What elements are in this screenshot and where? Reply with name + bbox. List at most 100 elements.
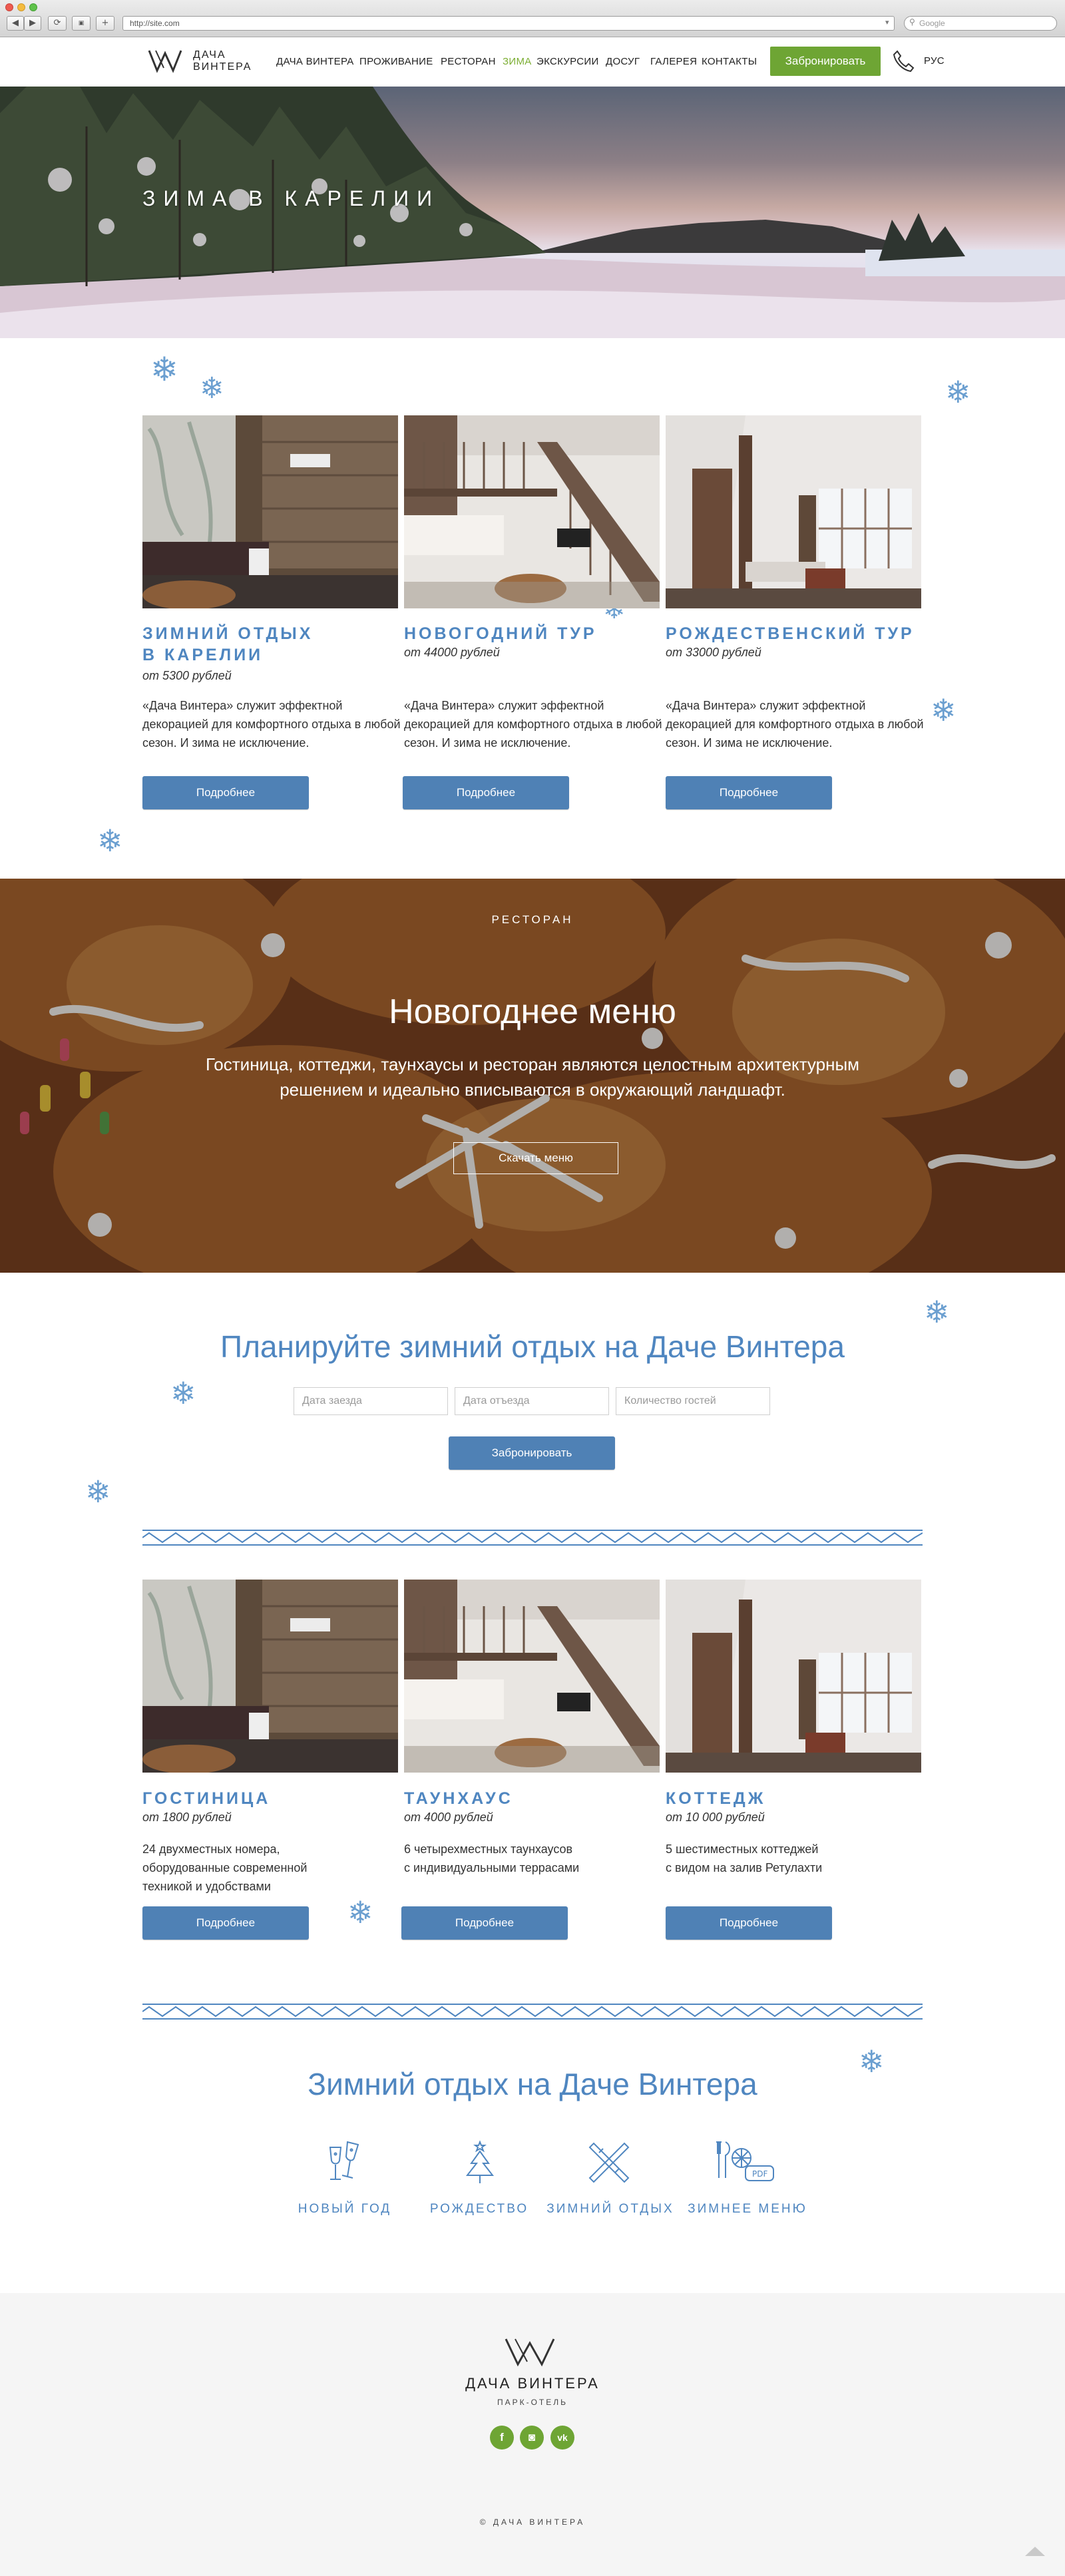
- winter-item-winter-rest[interactable]: ЗИМНИЙ ОТДЫХ: [531, 2202, 690, 2217]
- add-tab-button[interactable]: +: [96, 16, 114, 31]
- url-dropdown-icon[interactable]: ▾: [885, 18, 889, 27]
- restaurant-text-line: Гостиница, коттеджи, таунхаусы и рестора…: [205, 1054, 860, 1074]
- offer-description: «Дача Винтера» служит эффектной декораци…: [404, 699, 662, 750]
- hero-banner: ЗИМА В КАРЕЛИИ: [0, 87, 1065, 338]
- instagram-icon[interactable]: ◙: [520, 2426, 544, 2450]
- booking-title: Планируйте зимний отдых на Даче Винтера: [220, 1329, 845, 1364]
- restaurant-eyebrow: РЕСТОРАН: [491, 913, 574, 926]
- nav-item-living[interactable]: ПРОЖИВАНИЕ: [359, 56, 433, 67]
- url-bar[interactable]: http://site.com: [122, 16, 895, 31]
- facebook-icon[interactable]: f: [490, 2426, 514, 2450]
- logo-text[interactable]: ДАЧА ВИНТЕРА: [193, 49, 252, 73]
- nav-item-excursions[interactable]: ЭКСКУРСИИ: [536, 56, 599, 67]
- offer-title[interactable]: РОЖДЕСТВЕНСКИЙ ТУР: [666, 623, 915, 644]
- accommodation-details-button[interactable]: Подробнее: [666, 1906, 832, 1940]
- site-header: ДАЧА ВИНТЕРА ДАЧА ВИНТЕРА ПРОЖИВАНИЕ РЕС…: [0, 37, 1065, 87]
- accommodation-description: 5 шестиместных коттеджей с видом на зали…: [666, 1840, 927, 1877]
- pdf-menu-icon[interactable]: PDF: [715, 2138, 779, 2189]
- nav-item-dacha[interactable]: ДАЧА ВИНТЕРА: [276, 56, 354, 67]
- vkontakte-icon[interactable]: vk: [550, 2426, 574, 2450]
- accommodation-photo-hotel[interactable]: [142, 1580, 398, 1773]
- download-menu-button[interactable]: Скачать меню: [453, 1142, 618, 1174]
- nav-item-winter[interactable]: ЗИМА: [503, 56, 532, 67]
- offer-photo-hotel-room[interactable]: [142, 415, 398, 608]
- checkout-date-field[interactable]: Дата отъезда: [455, 1387, 609, 1415]
- language-switcher[interactable]: РУС: [924, 55, 945, 67]
- hero-landscape-image: [0, 87, 1065, 338]
- snowflake-icon: ❄: [150, 350, 178, 389]
- booking-submit-button[interactable]: Забронировать: [449, 1436, 615, 1470]
- description-line: 6 четырехместных таунхаусов: [404, 1842, 573, 1856]
- offer-details-button[interactable]: Подробнее: [142, 776, 309, 809]
- logo[interactable]: [148, 48, 188, 77]
- footer-logo-w-icon: [505, 2338, 555, 2367]
- hero-title: ЗИМА В КАРЕЛИИ: [142, 186, 441, 210]
- scroll-to-top-icon[interactable]: [1025, 2547, 1045, 2556]
- book-button-header[interactable]: Забронировать: [770, 47, 881, 76]
- nav-item-gallery[interactable]: ГАЛЕРЕЯ: [650, 56, 697, 67]
- accommodation-title[interactable]: ТАУНХАУС: [404, 1788, 513, 1809]
- footer-brand-name: ДАЧА ВИНТЕРА: [465, 2375, 600, 2392]
- back-button[interactable]: ◀: [7, 16, 24, 31]
- accommodation-photo-townhouse[interactable]: [404, 1580, 660, 1773]
- browser-chrome: ◀ ▶ ⟳ ▣ + http://site.com ▾ Google ⚲: [0, 0, 1065, 37]
- description-line: 24 двухместных номера,: [142, 1842, 280, 1856]
- description-line: с видом на залив Ретулахти: [666, 1861, 823, 1874]
- footer-copyright: © ДАЧА ВИНТЕРА: [479, 2517, 586, 2527]
- phone-icon[interactable]: [892, 49, 915, 77]
- offer-details-button[interactable]: Подробнее: [666, 776, 832, 809]
- accommodation-details-button[interactable]: Подробнее: [142, 1906, 309, 1940]
- offer-title-line: В КАРЕЛИИ: [142, 646, 264, 664]
- offer-title-line: ЗИМНИЙ ОТДЫХ: [142, 624, 314, 643]
- ornament-divider: [142, 2004, 923, 2020]
- accommodation-price: от 4000 рублей: [404, 1811, 493, 1824]
- restaurant-text-line: решением и идеально вписываются в окружа…: [280, 1080, 785, 1100]
- description-line: 5 шестиместных коттеджей: [666, 1842, 819, 1856]
- offer-title[interactable]: ЗИМНИЙ ОТДЫХ В КАРЕЛИИ: [142, 623, 313, 666]
- search-icon: ⚲: [909, 17, 915, 27]
- share-button[interactable]: ▣: [72, 16, 91, 31]
- snowflake-icon: ❄: [924, 1294, 950, 1330]
- footer-logo[interactable]: [503, 2336, 563, 2370]
- checkin-date-field[interactable]: Дата заезда: [294, 1387, 448, 1415]
- restaurant-text: Гостиница, коттеджи, таунхаусы и рестора…: [0, 1052, 1065, 1102]
- skis-icon[interactable]: [586, 2139, 632, 2189]
- nav-item-leisure[interactable]: ДОСУГ: [606, 56, 640, 67]
- snowflake-icon: ❄: [170, 1375, 196, 1411]
- offer-photo-cottage[interactable]: [666, 415, 921, 608]
- accommodation-price: от 10 000 рублей: [666, 1811, 765, 1824]
- guests-count-field[interactable]: Количество гостей: [616, 1387, 770, 1415]
- browser-search-input[interactable]: Google: [904, 16, 1057, 31]
- logo-w-icon: [148, 50, 182, 73]
- offer-title[interactable]: НОВОГОДНИЙ ТУР: [404, 623, 597, 644]
- ornament-divider: [142, 1530, 923, 1546]
- offer-description: «Дача Винтера» служит эффектной декораци…: [666, 699, 924, 750]
- description-line: оборудованные современной: [142, 1861, 308, 1874]
- minimize-window-icon[interactable]: [17, 3, 25, 11]
- offer-price: от 5300 рублей: [142, 669, 232, 682]
- close-window-icon[interactable]: [5, 3, 13, 11]
- description-line: с индивидуальными террасами: [404, 1861, 580, 1874]
- nav-item-restaurant[interactable]: РЕСТОРАН: [441, 56, 496, 67]
- maximize-window-icon[interactable]: [29, 3, 37, 11]
- winter-item-winter-menu[interactable]: ЗИМНЕЕ МЕНЮ: [668, 2202, 827, 2217]
- forward-button[interactable]: ▶: [24, 16, 41, 31]
- snowflake-icon: ❄: [945, 374, 971, 410]
- accommodation-description: 6 четырехместных таунхаусов с индивидуал…: [404, 1840, 665, 1877]
- accommodation-title[interactable]: ГОСТИНИЦА: [142, 1788, 270, 1809]
- pdf-label: PDF: [752, 2169, 768, 2179]
- accommodation-title[interactable]: КОТТЕДЖ: [666, 1788, 765, 1809]
- nav-item-contacts[interactable]: КОНТАКТЫ: [702, 56, 757, 67]
- snowflake-icon: ❄: [347, 1894, 373, 1930]
- offer-price: от 44000 рублей: [404, 646, 500, 659]
- accommodation-description: 24 двухместных номера, оборудованные сов…: [142, 1840, 403, 1896]
- champagne-glasses-icon[interactable]: [325, 2138, 365, 2188]
- accommodation-photo-cottage[interactable]: [666, 1580, 921, 1773]
- offer-details-button[interactable]: Подробнее: [403, 776, 569, 809]
- winter-section-title: Зимний отдых на Даче Винтера: [308, 2067, 757, 2101]
- offer-photo-townhouse[interactable]: [404, 415, 660, 608]
- snowflake-icon: ❄: [85, 1474, 111, 1510]
- accommodation-details-button[interactable]: Подробнее: [401, 1906, 568, 1940]
- christmas-tree-icon[interactable]: [463, 2139, 497, 2189]
- reload-button[interactable]: ⟳: [48, 16, 67, 31]
